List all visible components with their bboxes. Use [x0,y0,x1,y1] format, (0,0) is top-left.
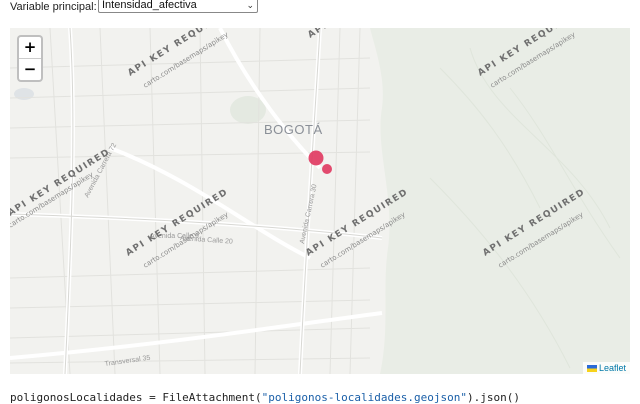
map[interactable]: Avenida Carrera 72 Avenida Calle 20 Aven… [10,28,630,374]
code-prefix: poligonosLocalidades = FileAttachment( [10,391,262,404]
code-suffix: ).json() [466,391,520,404]
zoom-in-button[interactable]: + [19,37,41,59]
street-label-transversal: Transversal 35 [104,355,151,368]
controls-bar: Variable principal: Intensidad_afectiva … [0,0,640,22]
chevron-down-icon: ⌄ [246,0,254,10]
leaflet-link[interactable]: Leaflet [599,363,626,373]
variable-label: Variable principal: [10,1,97,13]
basemap: Avenida Carrera 72 Avenida Calle 20 Aven… [10,28,630,374]
zoom-out-button[interactable]: − [19,59,41,80]
variable-select[interactable]: Intensidad_afectiva ⌄ [98,0,258,13]
code-string: "poligonos-localidades.geojson" [261,391,467,404]
zoom-control: + − [17,35,43,82]
data-marker[interactable] [308,150,324,166]
code-line: poligonosLocalidades = FileAttachment("p… [10,391,520,404]
map-attribution: Leaflet [582,362,630,374]
city-label: BOGOTÁ [264,122,323,137]
data-marker[interactable] [322,164,332,174]
variable-select-value: Intensidad_afectiva [102,0,197,11]
ukraine-flag-icon [586,365,597,372]
